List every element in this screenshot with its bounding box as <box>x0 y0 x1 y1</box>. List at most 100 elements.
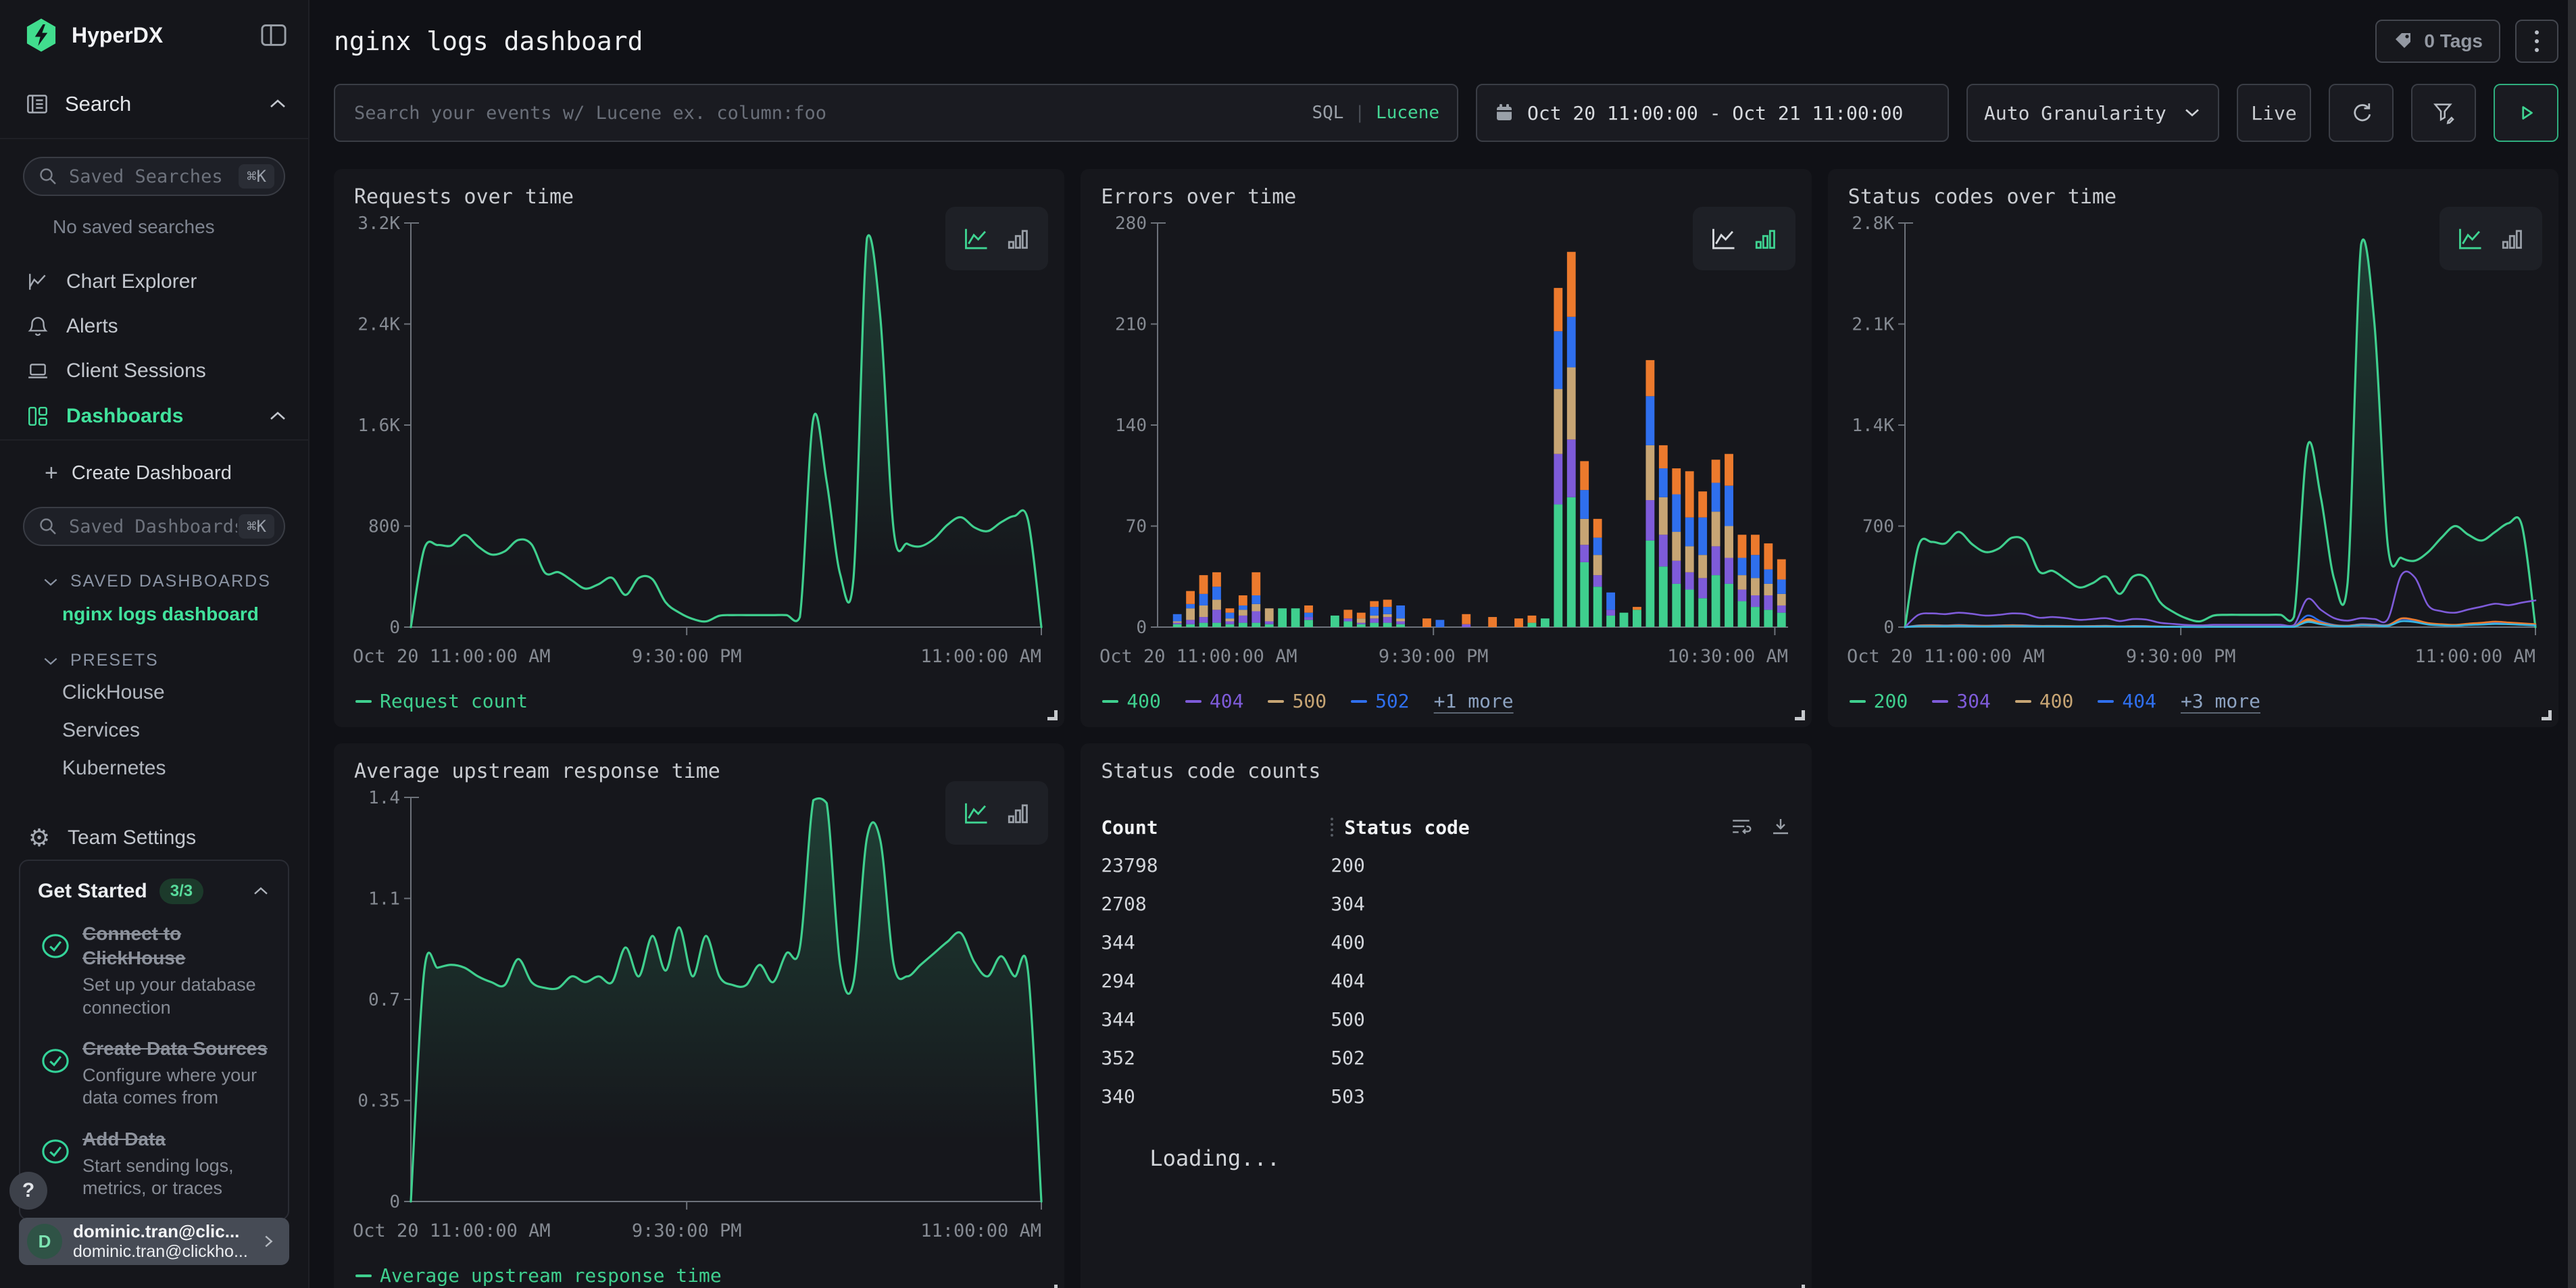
legend-more-link[interactable]: +3 more <box>2181 690 2260 712</box>
sidebar-section-search[interactable]: Search <box>0 70 308 139</box>
legend-more-link[interactable]: +1 more <box>1434 690 1514 712</box>
granularity-select[interactable]: Auto Granularity <box>1966 84 2219 142</box>
table-row[interactable]: 352502 <box>1101 1039 1791 1077</box>
live-button[interactable]: Live <box>2237 84 2311 142</box>
line-chart-icon[interactable] <box>1709 225 1739 252</box>
table-row[interactable]: 344500 <box>1101 1000 1791 1039</box>
download-icon[interactable] <box>1770 816 1791 838</box>
cell-count: 344 <box>1101 1008 1331 1031</box>
dashboard-menu-button[interactable] <box>2515 20 2558 63</box>
svg-text:1.4: 1.4 <box>368 788 400 808</box>
date-range-picker[interactable]: Oct 20 11:00:00 - Oct 21 11:00:00 <box>1476 84 1949 142</box>
legend-item[interactable]: Request count <box>355 690 528 712</box>
kebab-icon <box>2535 30 2539 34</box>
bar-chart-icon[interactable] <box>1752 225 1779 252</box>
panel-resize-handle[interactable] <box>1047 1285 1058 1288</box>
panel-resize-handle[interactable] <box>2542 710 2552 720</box>
sidebar-item-nginx-logs-dashboard[interactable]: nginx logs dashboard <box>0 603 308 625</box>
bar-chart-icon[interactable] <box>2499 225 2526 252</box>
svg-text:2.8K: 2.8K <box>1852 214 1894 234</box>
panel-resize-handle[interactable] <box>1795 710 1805 720</box>
tags-button[interactable]: 0 Tags <box>2375 20 2500 63</box>
sidebar-item-dashboards[interactable]: Dashboards <box>0 393 308 441</box>
bar-chart-icon[interactable] <box>1005 799 1032 826</box>
refresh-button[interactable] <box>2329 84 2394 142</box>
sidebar-item-alerts[interactable]: Alerts <box>0 304 308 349</box>
page-scrollbar[interactable] <box>2568 0 2576 1288</box>
chart-mode-toggle <box>945 207 1048 270</box>
saved-searches-field[interactable] <box>68 166 239 188</box>
legend-item[interactable]: 200 <box>1850 690 1908 712</box>
svg-text:3.2K: 3.2K <box>357 214 400 234</box>
saved-searches-input[interactable]: ⌘K <box>23 157 285 196</box>
filter-button[interactable] <box>2411 84 2476 142</box>
column-drag-handle[interactable] <box>1331 818 1333 837</box>
table-row[interactable]: 2708304 <box>1101 885 1791 923</box>
table-row[interactable]: 23798200 <box>1101 846 1791 885</box>
legend-item[interactable]: 400 <box>1102 690 1161 712</box>
saved-dashboards-field[interactable] <box>68 516 239 538</box>
sidebar-item-kubernetes[interactable]: Kubernetes <box>0 757 308 784</box>
table-row[interactable]: 294404 <box>1101 962 1791 1000</box>
hyperdx-logo-icon <box>23 17 59 53</box>
sidebar-item-team-settings[interactable]: ⚙ Team Settings <box>0 819 308 857</box>
legend-swatch <box>2098 700 2114 703</box>
tag-icon <box>2393 30 2414 52</box>
get-started-item[interactable]: Create Data Sources Configure where your… <box>38 1037 270 1110</box>
get-started-header[interactable]: Get Started 3/3 <box>38 878 270 904</box>
sidebar-item-services[interactable]: Services <box>0 719 308 746</box>
legend-item[interactable]: 500 <box>1268 690 1327 712</box>
column-header-count[interactable]: Count <box>1101 816 1331 839</box>
search-icon <box>38 516 58 537</box>
sidebar-collapse-icon[interactable] <box>259 22 288 49</box>
svg-text:700: 700 <box>1862 517 1894 537</box>
table-row[interactable]: 344400 <box>1101 923 1791 962</box>
errors-chart[interactable]: 280210140700Oct 20 11:00:00 AM9:30:00 PM… <box>1098 214 1793 687</box>
saved-dashboards-input[interactable]: ⌘K <box>23 507 285 546</box>
run-query-button[interactable] <box>2494 84 2558 142</box>
panel-title: Average upstream response time <box>354 760 720 783</box>
get-started-item[interactable]: Add Data Start sending logs, metrics, or… <box>38 1127 270 1200</box>
search-section-label: Search <box>65 92 268 116</box>
create-dashboard-button[interactable]: + Create Dashboard <box>0 457 308 489</box>
event-search-box[interactable]: SQL | Lucene <box>334 84 1458 142</box>
status-codes-chart[interactable]: 2.8K2.1K1.4K7000Oct 20 11:00:00 AM9:30:0… <box>1846 214 2541 687</box>
user-name: dominic.tran@clic... <box>73 1222 259 1242</box>
legend-item[interactable]: 304 <box>1932 690 1991 712</box>
sidebar-item-clickhouse[interactable]: ClickHouse <box>0 681 308 708</box>
sidebar-item-chart-explorer[interactable]: Chart Explorer <box>0 259 308 304</box>
legend-item[interactable]: 400 <box>2015 690 2074 712</box>
legend-item[interactable]: 404 <box>2098 690 2156 712</box>
sidebar-item-client-sessions[interactable]: Client Sessions <box>0 349 308 393</box>
help-button[interactable]: ? <box>9 1172 47 1210</box>
legend-item[interactable]: 404 <box>1185 690 1244 712</box>
user-menu[interactable]: D dominic.tran@clic... dominic.tran@clic… <box>19 1218 289 1265</box>
requests-chart[interactable]: 3.2K2.4K1.6K8000Oct 20 11:00:00 AM9:30:0… <box>351 214 1047 687</box>
dashboard-grid: Requests over time 3.2K2.4K1.6K8000Oct 2… <box>334 169 2558 1288</box>
panel-errors-over-time: Errors over time 280210140700Oct 20 11:0… <box>1081 169 1811 727</box>
bar-chart-icon[interactable] <box>1005 225 1032 252</box>
table-row[interactable]: 340503 <box>1101 1077 1791 1116</box>
wrap-text-icon[interactable] <box>1731 816 1752 838</box>
panel-resize-handle[interactable] <box>1795 1285 1805 1288</box>
brand-name: HyperDX <box>72 23 259 48</box>
legend-item[interactable]: 502 <box>1351 690 1410 712</box>
presets-section-toggle[interactable]: PRESETS <box>0 651 308 670</box>
line-chart-icon[interactable] <box>962 225 991 252</box>
get-started-item[interactable]: Connect to ClickHouse Set up your databa… <box>38 922 270 1019</box>
avg-upstream-chart[interactable]: 1.41.10.70.350Oct 20 11:00:00 AM9:30:00 … <box>351 788 1047 1261</box>
get-started-card: Get Started 3/3 Connect to ClickHouse Se… <box>19 860 289 1220</box>
chevron-up-icon <box>268 97 288 111</box>
saved-dashboards-section-toggle[interactable]: SAVED DASHBOARDS <box>0 572 308 591</box>
column-header-status-code[interactable]: Status code <box>1344 816 1730 839</box>
search-icon <box>38 166 58 187</box>
lucene-mode-toggle[interactable]: Lucene <box>1376 103 1439 123</box>
line-chart-icon[interactable] <box>962 799 991 826</box>
scrollbar-thumb[interactable] <box>2568 0 2576 1288</box>
brand-row: HyperDX <box>0 0 308 70</box>
legend-item[interactable]: Average upstream response time <box>355 1264 722 1287</box>
event-search-input[interactable] <box>353 102 1312 124</box>
panel-resize-handle[interactable] <box>1047 710 1058 720</box>
sql-mode-toggle[interactable]: SQL <box>1312 103 1343 123</box>
line-chart-icon[interactable] <box>2456 225 2485 252</box>
